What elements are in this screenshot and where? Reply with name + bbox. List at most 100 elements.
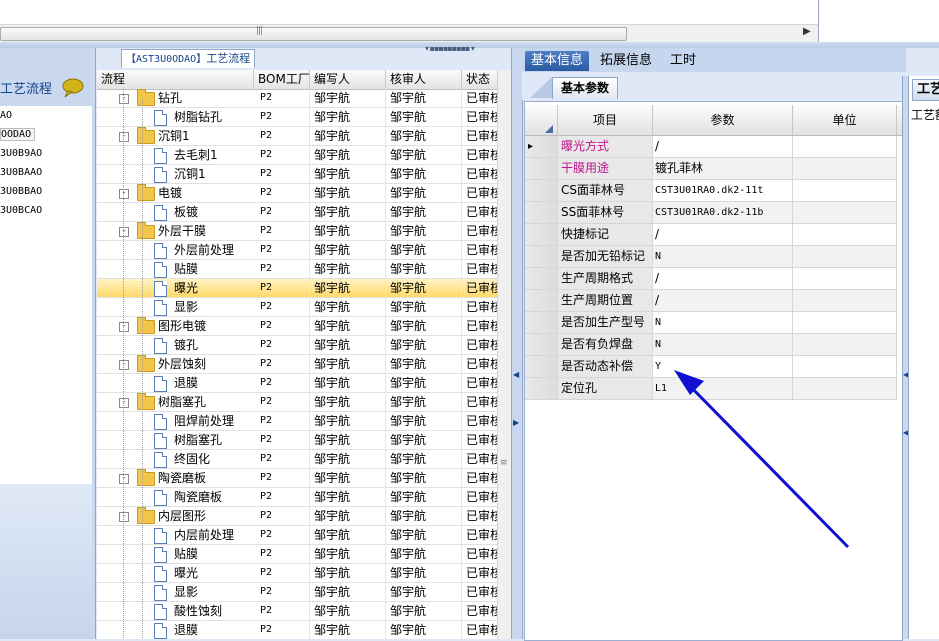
tree-node-cell[interactable]: 曝光: [97, 279, 254, 298]
tree-node-cell[interactable]: 板镀: [97, 203, 254, 222]
row-indicator[interactable]: [525, 224, 558, 246]
row-indicator[interactable]: [525, 290, 558, 312]
tree-node-cell[interactable]: 显影: [97, 583, 254, 602]
tree-row[interactable]: 镀孔P2邹宇航邹宇航已审核: [97, 336, 497, 355]
params-row[interactable]: 快捷标记 /: [525, 224, 897, 246]
param-unit[interactable]: [793, 334, 897, 356]
tree-row[interactable]: 板镀P2邹宇航邹宇航已审核: [97, 203, 497, 222]
tree-node-cell[interactable]: 退膜: [97, 374, 254, 393]
far-right-tab[interactable]: 工艺: [912, 79, 939, 101]
param-value[interactable]: /: [653, 224, 793, 246]
tree-node-cell[interactable]: 终固化: [97, 450, 254, 469]
tree-row[interactable]: 曝光P2邹宇航邹宇航已审核: [97, 279, 497, 298]
tree-row[interactable]: 显影P2邹宇航邹宇航已审核: [97, 583, 497, 602]
info-tab[interactable]: 工时: [664, 51, 702, 71]
collapse-toggle-icon[interactable]: -: [119, 512, 129, 522]
process-list-item[interactable]: 3U0BAAO: [0, 163, 92, 182]
params-row[interactable]: CS面菲林号 CST3U01RA0.dk2-11t: [525, 180, 897, 202]
panel-splitter[interactable]: ◀ ▶: [511, 48, 523, 639]
collapse-toggle-icon[interactable]: -: [119, 227, 129, 237]
tree-node-cell[interactable]: 贴膜: [97, 545, 254, 564]
tree-node-cell[interactable]: - 图形电镀: [97, 317, 254, 336]
param-value[interactable]: /: [653, 268, 793, 290]
param-value[interactable]: N: [653, 312, 793, 334]
tree-node-cell[interactable]: 树脂塞孔: [97, 431, 254, 450]
tree-row[interactable]: 阻焊前处理P2邹宇航邹宇航已审核: [97, 412, 497, 431]
row-indicator[interactable]: [525, 268, 558, 290]
tree-node-cell[interactable]: - 树脂塞孔: [97, 393, 254, 412]
param-value[interactable]: /: [653, 136, 793, 158]
tree-row[interactable]: -外层干膜P2邹宇航邹宇航已审核: [97, 222, 497, 241]
process-list-item[interactable]: 3U0B9AO: [0, 144, 92, 163]
process-list-item[interactable]: OODAO: [0, 125, 92, 144]
tree-node-cell[interactable]: - 钻孔: [97, 89, 254, 108]
params-column-header[interactable]: 参数: [653, 105, 793, 135]
param-unit[interactable]: [793, 268, 897, 290]
row-indicator[interactable]: [525, 158, 558, 180]
param-unit[interactable]: [793, 356, 897, 378]
tree-row[interactable]: -内层图形P2邹宇航邹宇航已审核: [97, 507, 497, 526]
row-indicator[interactable]: [525, 334, 558, 356]
params-row[interactable]: SS面菲林号 CST3U01RA0.dk2-11b: [525, 202, 897, 224]
params-row[interactable]: 生产周期格式 /: [525, 268, 897, 290]
chat-bubble-icon[interactable]: [60, 78, 84, 98]
param-value[interactable]: Y: [653, 356, 793, 378]
params-row[interactable]: 是否动态补偿 Y: [525, 356, 897, 378]
tree-row[interactable]: 退膜P2邹宇航邹宇航已审核: [97, 374, 497, 393]
collapse-toggle-icon[interactable]: -: [119, 398, 129, 408]
tree-node-cell[interactable]: 陶瓷磨板: [97, 488, 254, 507]
param-value[interactable]: /: [653, 290, 793, 312]
tree-row[interactable]: 曝光P2邹宇航邹宇航已审核: [97, 564, 497, 583]
process-flow-tab[interactable]: 【AST3U0ODAO】工艺流程: [121, 49, 256, 68]
tree-node-cell[interactable]: 贴膜: [97, 260, 254, 279]
param-unit[interactable]: [793, 202, 897, 224]
tree-node-cell[interactable]: - 陶瓷磨板: [97, 469, 254, 488]
tree-node-cell[interactable]: 外层前处理: [97, 241, 254, 260]
tree-row[interactable]: 贴膜P2邹宇航邹宇航已审核: [97, 545, 497, 564]
param-unit[interactable]: [793, 158, 897, 180]
collapse-toggle-icon[interactable]: -: [119, 189, 129, 199]
param-unit[interactable]: [793, 378, 897, 400]
params-row[interactable]: 是否加无铅标记 N: [525, 246, 897, 268]
process-list-item[interactable]: 3U0BCAO: [0, 201, 92, 220]
row-indicator[interactable]: [525, 378, 558, 400]
panel-grip-icon[interactable]: ▾ ▪▪▪▪▪▪▪▪▪ ▾: [425, 44, 475, 53]
tree-row[interactable]: -陶瓷磨板P2邹宇航邹宇航已审核: [97, 469, 497, 488]
info-tab[interactable]: 拓展信息: [594, 51, 658, 71]
tree-row[interactable]: 外层前处理P2邹宇航邹宇航已审核: [97, 241, 497, 260]
param-unit[interactable]: [793, 290, 897, 312]
tree-row[interactable]: 终固化P2邹宇航邹宇航已审核: [97, 450, 497, 469]
param-unit[interactable]: [793, 312, 897, 334]
process-list-item[interactable]: AO: [0, 106, 92, 125]
tree-row[interactable]: 去毛刺1P2邹宇航邹宇航已审核: [97, 146, 497, 165]
collapse-left-icon[interactable]: ◀: [513, 370, 519, 379]
tree-row[interactable]: -钻孔P2邹宇航邹宇航已审核: [97, 89, 497, 108]
scrollbar-thumb[interactable]: [0, 27, 627, 41]
tree-node-cell[interactable]: 内层前处理: [97, 526, 254, 545]
tree-node-cell[interactable]: - 外层干膜: [97, 222, 254, 241]
tree-row[interactable]: 陶瓷磨板P2邹宇航邹宇航已审核: [97, 488, 497, 507]
params-row[interactable]: 干膜用途 镀孔菲林: [525, 158, 897, 180]
column-header[interactable]: 核审人: [386, 70, 462, 89]
param-value[interactable]: N: [653, 246, 793, 268]
tree-node-cell[interactable]: 镀孔: [97, 336, 254, 355]
tree-node-cell[interactable]: - 内层图形: [97, 507, 254, 526]
column-header[interactable]: 状态: [462, 70, 497, 89]
row-indicator[interactable]: [525, 312, 558, 334]
tree-row[interactable]: 贴膜P2邹宇航邹宇航已审核: [97, 260, 497, 279]
tree-row[interactable]: -树脂塞孔P2邹宇航邹宇航已审核: [97, 393, 497, 412]
tree-row[interactable]: 内层前处理P2邹宇航邹宇航已审核: [97, 526, 497, 545]
tree-node-cell[interactable]: 曝光: [97, 564, 254, 583]
param-unit[interactable]: [793, 136, 897, 158]
tree-row[interactable]: 退膜P2邹宇航邹宇航已审核: [97, 621, 497, 639]
tree-node-cell[interactable]: 酸性蚀刻: [97, 602, 254, 621]
tree-node-cell[interactable]: 显影: [97, 298, 254, 317]
params-row[interactable]: ▸ 曝光方式 /: [525, 136, 897, 158]
scroll-right-arrow-icon[interactable]: ▶: [803, 26, 811, 37]
tree-row[interactable]: 酸性蚀刻P2邹宇航邹宇航已审核: [97, 602, 497, 621]
tree-node-cell[interactable]: - 外层蚀刻: [97, 355, 254, 374]
tree-node-cell[interactable]: 沉铜1: [97, 165, 254, 184]
collapse-toggle-icon[interactable]: -: [119, 322, 129, 332]
param-value[interactable]: CST3U01RA0.dk2-11b: [653, 202, 793, 224]
params-row[interactable]: 生产周期位置 /: [525, 290, 897, 312]
